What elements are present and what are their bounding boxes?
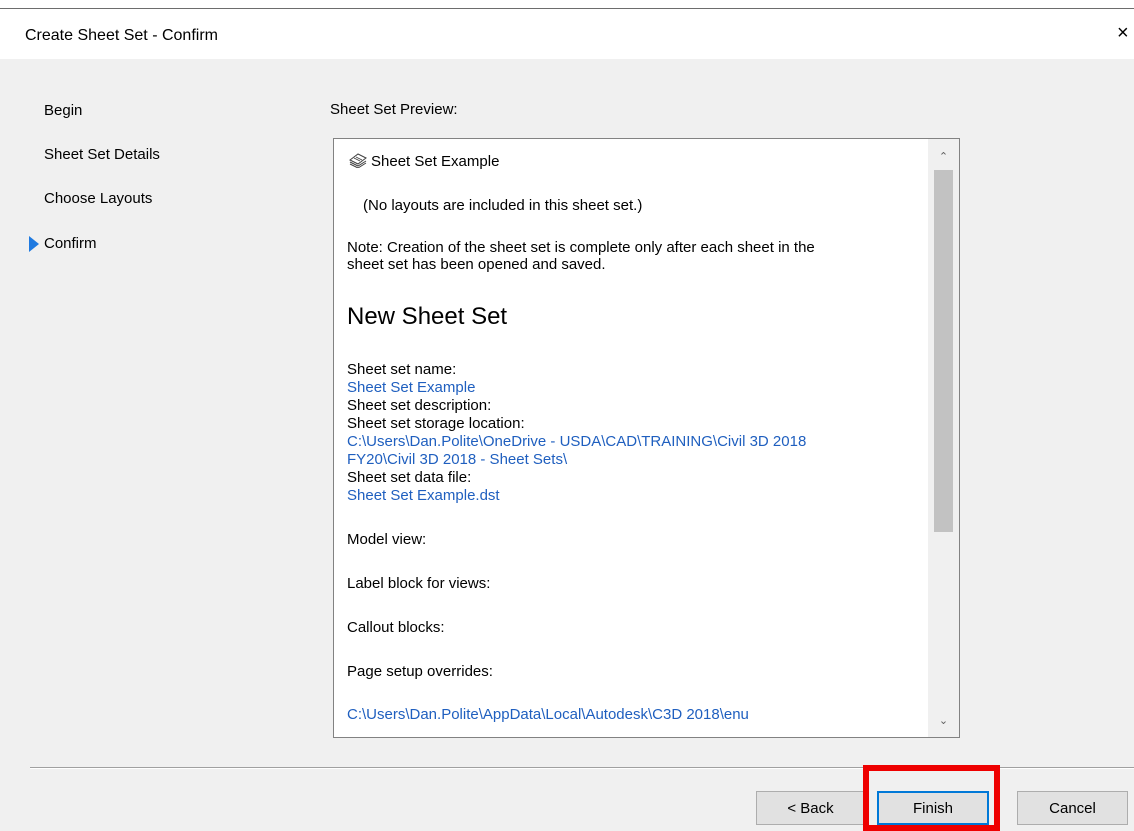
create-sheet-set-dialog: Create Sheet Set - Confirm × Begin Sheet… [0,0,1134,831]
preview-scrollbar[interactable]: ⌃ ⌄ [928,139,959,737]
sheet-set-icon [349,153,367,168]
close-icon[interactable]: × [1117,23,1129,43]
back-button[interactable]: < Back [756,791,865,825]
new-sheet-set-heading: New Sheet Set [347,303,508,330]
storage-location-value-line-1: C:\Users\Dan.Polite\OneDrive - USDA\CAD\… [347,433,807,450]
callout-blocks-label: Callout blocks: [347,619,445,636]
creation-note-line-2: sheet set has been opened and saved. [347,256,606,273]
sheet-set-name-label: Sheet set name: [347,361,457,378]
page-setup-overrides-value: C:\Users\Dan.Polite\AppData\Local\Autode… [347,706,749,723]
finish-button[interactable]: Finish [877,791,989,825]
data-file-value: Sheet Set Example.dst [347,487,500,504]
scroll-thumb[interactable] [934,170,953,532]
label-block-label: Label block for views: [347,575,491,592]
nav-item-confirm: Confirm [44,235,97,252]
creation-note-line-1: Note: Creation of the sheet set is compl… [347,239,815,256]
nav-item-begin: Begin [44,102,83,119]
window-title: Create Sheet Set - Confirm [25,27,218,44]
nav-item-sheet-set-details: Sheet Set Details [44,146,160,163]
preview-label: Sheet Set Preview: [330,101,458,118]
cancel-button[interactable]: Cancel [1017,791,1128,825]
data-file-label: Sheet set data file: [347,469,472,486]
no-layouts-note: (No layouts are included in this sheet s… [363,197,643,214]
page-setup-overrides-label: Page setup overrides: [347,663,493,680]
active-step-arrow-icon [29,236,39,252]
preview-content: Sheet Set Example (No layouts are includ… [334,139,928,737]
scroll-down-icon[interactable]: ⌄ [928,709,959,733]
nav-item-choose-layouts: Choose Layouts [44,190,153,207]
model-view-label: Model view: [347,531,427,548]
preview-root-item: Sheet Set Example [371,153,500,170]
storage-location-value-line-2: FY20\Civil 3D 2018 - Sheet Sets\ [347,451,568,468]
sheet-set-preview-pane[interactable]: Sheet Set Example (No layouts are includ… [333,138,960,738]
sheet-set-name-value: Sheet Set Example [347,379,476,396]
title-bar: Create Sheet Set - Confirm × [0,9,1134,59]
footer-divider-highlight [30,768,1134,769]
scroll-up-icon[interactable]: ⌃ [928,145,959,169]
storage-location-label: Sheet set storage location: [347,415,525,432]
sheet-set-description-label: Sheet set description: [347,397,492,414]
